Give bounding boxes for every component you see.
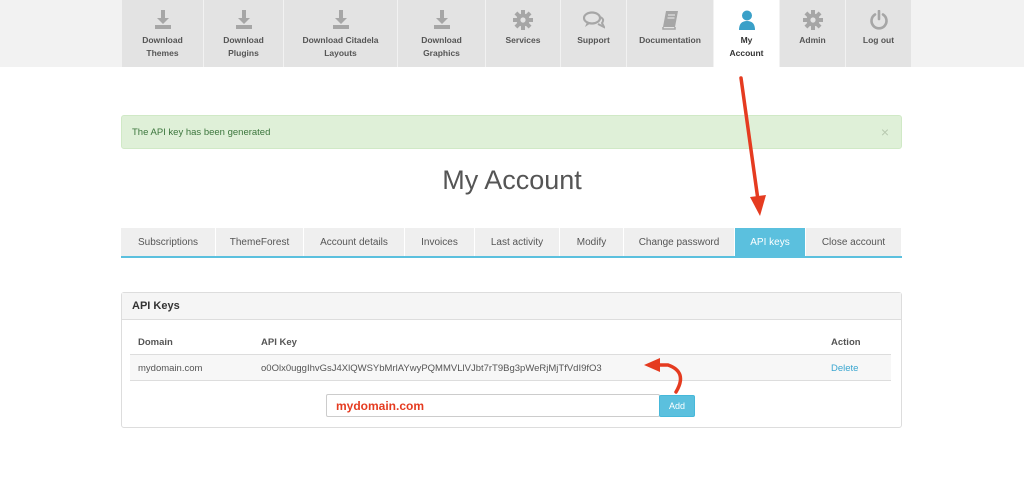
tab-themeforest[interactable]: ThemeForest bbox=[216, 228, 304, 256]
nav-documentation[interactable]: Documentation bbox=[627, 0, 714, 67]
user-icon bbox=[736, 9, 758, 31]
column-header-action: Action bbox=[831, 337, 861, 348]
column-header-domain: Domain bbox=[138, 337, 173, 348]
download-icon bbox=[152, 9, 174, 31]
nav-services[interactable]: Services bbox=[486, 0, 561, 67]
close-icon[interactable]: × bbox=[881, 124, 889, 140]
domain-input[interactable] bbox=[326, 394, 660, 417]
tab-modify[interactable]: Modify bbox=[560, 228, 624, 256]
tab-close-account[interactable]: Close account bbox=[806, 228, 902, 256]
nav-download-graphics[interactable]: Download Graphics bbox=[398, 0, 486, 67]
chat-icon bbox=[582, 9, 605, 31]
nav-download-themes[interactable]: Download Themes bbox=[122, 0, 204, 67]
nav-label: Download Plugins bbox=[223, 35, 264, 58]
gear-icon bbox=[802, 9, 824, 31]
nav-label: Admin bbox=[799, 35, 826, 45]
book-icon bbox=[659, 9, 681, 31]
nav-admin[interactable]: Admin bbox=[780, 0, 846, 67]
tab-invoices[interactable]: Invoices bbox=[405, 228, 475, 256]
page-title: My Account bbox=[442, 165, 582, 195]
success-alert: The API key has been generated × bbox=[121, 115, 902, 149]
nav-download-plugins[interactable]: Download Plugins bbox=[204, 0, 284, 67]
panel-title: API Keys bbox=[122, 293, 901, 320]
download-icon bbox=[233, 9, 255, 31]
nav-label: Documentation bbox=[639, 35, 701, 45]
nav-my-account[interactable]: My Account bbox=[714, 0, 780, 67]
tab-last-activity[interactable]: Last activity bbox=[475, 228, 560, 256]
add-button[interactable]: Add bbox=[659, 395, 695, 417]
tab-api-keys[interactable]: API keys bbox=[735, 228, 806, 256]
nav-support[interactable]: Support bbox=[561, 0, 627, 67]
download-icon bbox=[330, 9, 352, 31]
delete-link[interactable]: Delete bbox=[831, 363, 858, 374]
row-domain: mydomain.com bbox=[138, 363, 203, 374]
tab-change-password[interactable]: Change password bbox=[624, 228, 735, 256]
nav-label: My Account bbox=[729, 35, 764, 58]
gear-icon bbox=[512, 9, 534, 31]
nav-label: Download Graphics bbox=[421, 35, 462, 58]
nav-download-citadela-layouts[interactable]: Download Citadela Layouts bbox=[284, 0, 398, 67]
top-navigation: Download Themes Download Plugins Downloa… bbox=[122, 0, 912, 67]
table-row-divider bbox=[130, 380, 891, 381]
nav-log-out[interactable]: Log out bbox=[846, 0, 912, 67]
column-header-api-key: API Key bbox=[261, 337, 297, 348]
nav-label: Support bbox=[577, 35, 610, 45]
nav-label: Services bbox=[505, 35, 541, 45]
row-api-key: o0Olx0uggIhvGsJ4XlQWSYbMrlAYwyPQMMVLlVJb… bbox=[261, 363, 602, 374]
download-icon bbox=[431, 9, 453, 31]
nav-label: Download Themes bbox=[142, 35, 183, 58]
tab-account-details[interactable]: Account details bbox=[304, 228, 405, 256]
alert-message: The API key has been generated bbox=[132, 127, 271, 138]
power-icon bbox=[868, 9, 890, 31]
tab-subscriptions[interactable]: Subscriptions bbox=[121, 228, 216, 256]
nav-label: Log out bbox=[862, 35, 895, 45]
nav-label: Download Citadela Layouts bbox=[302, 35, 379, 58]
account-tabs: Subscriptions ThemeForest Account detail… bbox=[121, 228, 902, 258]
